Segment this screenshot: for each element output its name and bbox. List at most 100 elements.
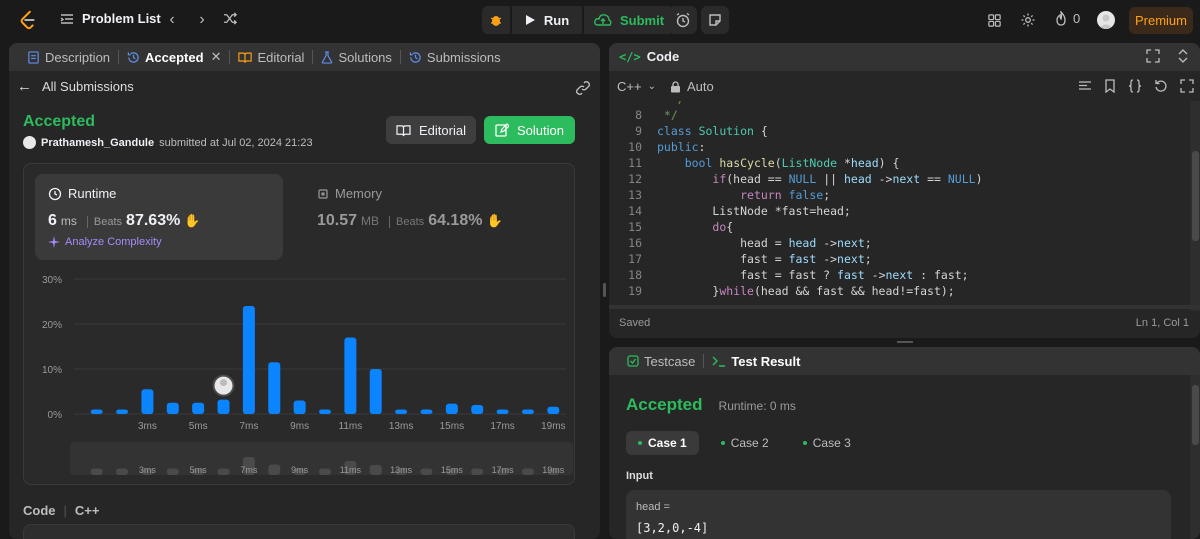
post-solution-button[interactable]: Solution bbox=[484, 116, 575, 144]
cursor-position: Ln 1, Col 1 bbox=[1135, 317, 1189, 329]
test-scrollbar-thumb[interactable] bbox=[1192, 385, 1199, 445]
chevron-down-icon: ⌄ bbox=[647, 81, 656, 92]
tab-solutions-label: Solutions bbox=[338, 49, 392, 65]
case-tab-2[interactable]: Case 2 bbox=[709, 431, 781, 455]
line-number: 20 bbox=[609, 299, 642, 301]
case-tab-3[interactable]: Case 3 bbox=[791, 431, 863, 455]
submitted-code-header: Code | C++ bbox=[23, 503, 99, 518]
y-tick-label: 0% bbox=[48, 410, 63, 421]
line-code: head = head ->next; bbox=[657, 236, 872, 250]
tab-description[interactable]: Description bbox=[19, 43, 118, 71]
terminal-icon bbox=[712, 356, 726, 367]
editorial-button[interactable]: Editorial bbox=[386, 116, 476, 144]
tab-test-result[interactable]: Test Result bbox=[704, 347, 808, 375]
history-icon bbox=[409, 51, 421, 63]
submission-meta: Prathamesh_Gandule submitted at Jul 02, … bbox=[23, 136, 313, 149]
bookmark-icon[interactable] bbox=[1104, 79, 1116, 93]
maximize-icon[interactable] bbox=[1146, 49, 1160, 63]
prev-problem-icon[interactable]: ‹ bbox=[163, 11, 181, 29]
line-code: do{ bbox=[712, 220, 734, 234]
code-title: Code bbox=[646, 49, 680, 64]
runtime-bar bbox=[496, 409, 509, 414]
submit-button[interactable]: Submit bbox=[584, 6, 674, 34]
link-icon[interactable] bbox=[575, 80, 591, 96]
code-hscrollbar[interactable] bbox=[609, 305, 1200, 309]
pass-dot bbox=[638, 441, 642, 445]
problem-list-button[interactable]: Problem List bbox=[60, 11, 161, 26]
fullscreen-icon[interactable] bbox=[1180, 79, 1194, 93]
vertical-resize-handle[interactable] bbox=[603, 283, 606, 297]
layout-grid-icon[interactable] bbox=[985, 11, 1003, 29]
editorial-button-label: Editorial bbox=[419, 122, 466, 138]
line-code: fast = fast ->next; bbox=[657, 252, 872, 266]
x-tick-label: 11ms bbox=[339, 421, 363, 432]
submission-status: Accepted bbox=[23, 113, 96, 130]
leetcode-logo-icon[interactable] bbox=[17, 9, 39, 31]
flask-icon bbox=[322, 50, 333, 64]
runtime-bar bbox=[242, 306, 255, 414]
tab-solutions[interactable]: Solutions bbox=[313, 43, 399, 71]
run-button[interactable]: Run bbox=[512, 6, 582, 34]
case-label: Case 3 bbox=[812, 436, 851, 450]
x-tick-label: 3ms bbox=[138, 421, 157, 432]
y-tick-label: 30% bbox=[42, 275, 62, 286]
user-avatar[interactable] bbox=[1097, 11, 1115, 29]
braces-icon[interactable] bbox=[1128, 79, 1142, 93]
code-line: 18 fast = fast ? fast ->next : fast; bbox=[609, 267, 1189, 283]
all-submissions-link[interactable]: ← All Submissions bbox=[17, 78, 134, 95]
language-label: C++ bbox=[617, 79, 642, 94]
tab-submissions[interactable]: Submissions bbox=[401, 43, 509, 71]
submitter-username[interactable]: Prathamesh_Gandule bbox=[41, 137, 154, 149]
input-key: head = bbox=[636, 501, 670, 513]
next-problem-icon[interactable]: › bbox=[193, 11, 211, 29]
overview-tick-label: 9ms bbox=[291, 465, 309, 475]
test-scrollbar[interactable] bbox=[1190, 375, 1200, 539]
runtime-bar bbox=[268, 362, 281, 414]
auto-mode[interactable]: Auto bbox=[670, 79, 714, 94]
streak-counter[interactable]: 0 bbox=[1055, 11, 1080, 26]
horizontal-resize-handle[interactable] bbox=[897, 341, 913, 343]
line-code: bool hasCycle(ListNode *head) { bbox=[684, 156, 900, 170]
timer-button[interactable] bbox=[669, 6, 697, 34]
x-tick-label: 19ms bbox=[541, 421, 565, 432]
line-number: 15 bbox=[628, 220, 642, 234]
line-code: fast = fast ? fast ->next : fast; bbox=[657, 268, 969, 282]
notes-button[interactable] bbox=[701, 6, 729, 34]
format-icon[interactable] bbox=[1078, 79, 1092, 93]
debug-button[interactable] bbox=[482, 6, 510, 34]
settings-gear-icon[interactable] bbox=[1019, 11, 1037, 29]
problem-list-label: Problem List bbox=[82, 11, 161, 26]
list-icon bbox=[60, 13, 73, 24]
code-editor[interactable]: */ 8 */9class Solution {10public:11 bool… bbox=[609, 101, 1200, 301]
tab-editorial[interactable]: Editorial bbox=[230, 43, 312, 71]
case-tab-1[interactable]: Case 1 bbox=[626, 431, 699, 455]
reset-icon[interactable] bbox=[1154, 79, 1168, 93]
cloud-upload-icon bbox=[594, 14, 612, 26]
premium-button[interactable]: Premium bbox=[1129, 7, 1193, 34]
x-tick-label: 17ms bbox=[490, 421, 514, 432]
close-tab-icon[interactable]: ✕ bbox=[211, 49, 222, 65]
x-tick-label: 7ms bbox=[239, 421, 258, 432]
collapse-icon[interactable] bbox=[1176, 49, 1190, 63]
code-scrollbar[interactable] bbox=[1190, 101, 1200, 311]
tab-testcase[interactable]: Testcase bbox=[619, 347, 703, 375]
tab-accepted[interactable]: Accepted ✕ bbox=[119, 43, 229, 71]
code-line: 13 return false; bbox=[609, 187, 1189, 203]
shuffle-icon[interactable] bbox=[221, 11, 239, 29]
runtime-bar bbox=[192, 402, 205, 414]
test-panel: Testcase Test Result Accepted Runtime: 0… bbox=[609, 347, 1200, 539]
overview-tick-label: 15ms bbox=[441, 465, 464, 475]
code-scrollbar-thumb[interactable] bbox=[1192, 151, 1199, 241]
code-toolbar: C++ ⌄ Auto bbox=[617, 79, 714, 94]
code-tabbar bbox=[609, 43, 1200, 71]
code-line: 17 fast = fast ->next; bbox=[609, 251, 1189, 267]
code-line: 9 class Solution { bbox=[609, 123, 1189, 139]
overview-bar bbox=[319, 468, 331, 475]
test-result-status: Accepted bbox=[626, 395, 703, 414]
case-label: Case 2 bbox=[730, 436, 769, 450]
overview-bar bbox=[166, 468, 179, 475]
pass-dot bbox=[802, 441, 807, 445]
line-number: 13 bbox=[628, 188, 642, 202]
language-select[interactable]: C++ ⌄ bbox=[617, 79, 656, 94]
overview-tick-label: 13ms bbox=[390, 465, 413, 475]
